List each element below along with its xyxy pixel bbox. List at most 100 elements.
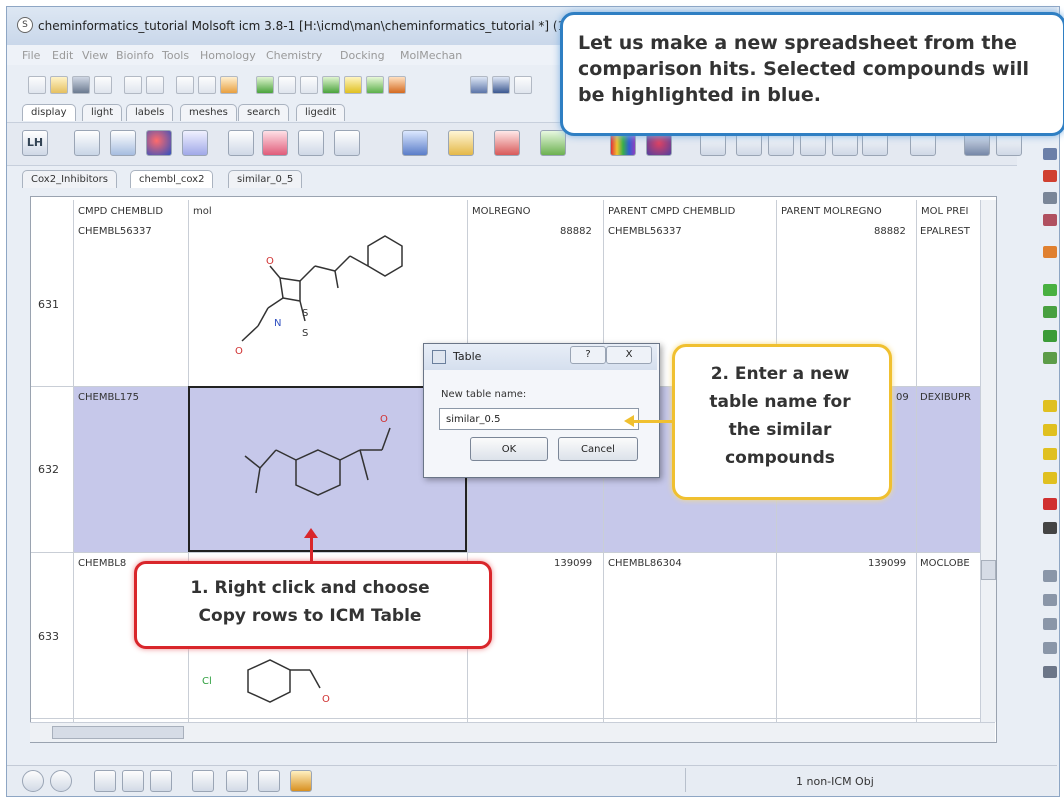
residue-label-icon[interactable] (494, 130, 520, 156)
menu-docking[interactable]: Docking (340, 49, 385, 62)
cell-molregno[interactable]: 139099 (554, 558, 592, 569)
new-table-name-input[interactable] (439, 408, 639, 430)
grid-display-icon[interactable] (334, 130, 360, 156)
window-icon[interactable] (122, 770, 144, 792)
green-gear-icon[interactable] (1043, 306, 1057, 318)
menu-edit[interactable]: Edit (52, 49, 73, 62)
menu-view[interactable]: View (82, 49, 108, 62)
r-group-icon[interactable] (300, 76, 318, 94)
stop-icon[interactable] (22, 770, 44, 792)
fbs-icon[interactable] (470, 76, 488, 94)
vertical-scroll-thumb[interactable] (981, 560, 996, 580)
wire-icon[interactable] (74, 130, 100, 156)
quote-icon[interactable] (176, 76, 194, 94)
cell-mol-pref[interactable]: EPALREST (920, 226, 970, 237)
record-icon[interactable] (50, 770, 72, 792)
help-button[interactable]: ? (570, 346, 606, 364)
s-icon[interactable] (492, 76, 510, 94)
ok-button[interactable]: OK (470, 437, 548, 461)
hand-icon[interactable] (1043, 666, 1057, 678)
surface-icon[interactable] (228, 130, 254, 156)
grid-orange-icon[interactable] (388, 76, 406, 94)
tab-labels[interactable]: labels (126, 104, 174, 121)
zoom-fit-icon[interactable] (1043, 148, 1057, 160)
undo-icon[interactable] (124, 76, 142, 94)
color-icon[interactable] (402, 130, 428, 156)
star-icon[interactable] (1043, 618, 1057, 630)
sort-icon[interactable] (1043, 594, 1057, 606)
vertical-scrollbar[interactable] (980, 200, 996, 722)
cell-parent-molregno[interactable]: 09 (896, 392, 909, 403)
menu-homology[interactable]: Homology (200, 49, 256, 62)
build-icon[interactable] (322, 76, 340, 94)
row-number[interactable]: 633 (38, 630, 59, 643)
cell-chemblid[interactable]: CHEMBL175 (78, 392, 139, 403)
cell-parent-chemblid[interactable]: CHEMBL86304 (608, 558, 682, 569)
redo-icon[interactable] (146, 76, 164, 94)
new-icon[interactable] (28, 76, 46, 94)
col-header-parent-chemblid[interactable]: PARENT CMPD CHEMBLID (608, 200, 735, 224)
menu-molmechanics[interactable]: MolMechan (400, 49, 462, 62)
tab-display[interactable]: display (22, 104, 76, 121)
cell-molregno[interactable]: 88882 (560, 226, 592, 237)
cell-chemblid[interactable]: CHEMBL8 (78, 558, 126, 569)
settings-icon[interactable] (94, 76, 112, 94)
cell-mol-pref[interactable]: DEXIBUPR (920, 392, 971, 403)
green-cube-icon[interactable] (1043, 330, 1057, 342)
align-middle-icon[interactable] (1043, 424, 1057, 436)
red-flag-icon[interactable] (1043, 498, 1057, 510)
cell-parent-chemblid[interactable]: CHEMBL56337 (608, 226, 682, 237)
cancel-button[interactable]: Cancel (558, 437, 638, 461)
menu-file[interactable]: File (22, 49, 40, 62)
cell-parent-molregno[interactable]: 139099 (868, 558, 906, 569)
tab-meshes[interactable]: meshes (180, 104, 237, 121)
open-folder-icon[interactable] (50, 76, 68, 94)
align-center-icon[interactable] (1043, 448, 1057, 460)
glasses-icon[interactable] (514, 76, 532, 94)
molecule-green-icon[interactable] (256, 76, 274, 94)
panel-icon[interactable] (150, 770, 172, 792)
tab-ligedit[interactable]: ligedit (296, 104, 346, 121)
close-button[interactable]: X (606, 346, 652, 364)
ribbon-icon[interactable] (262, 130, 288, 156)
col-header-molregno[interactable]: MOLREGNO (472, 200, 530, 224)
menu-chemistry[interactable]: Chemistry (266, 49, 322, 62)
stack-icon[interactable] (1043, 642, 1057, 654)
row-number[interactable]: 632 (38, 463, 59, 476)
search-molecule-icon[interactable] (198, 76, 216, 94)
cursor-icon[interactable] (1043, 570, 1057, 582)
zoom-icon[interactable] (1043, 192, 1057, 204)
col-header-mol[interactable]: mol (193, 200, 212, 224)
ball-icon[interactable] (146, 130, 172, 156)
cell-mol-pref[interactable]: MOCLOBE (920, 558, 970, 569)
align-top-icon[interactable] (1043, 400, 1057, 412)
save-icon[interactable] (72, 76, 90, 94)
stick-icon[interactable] (110, 130, 136, 156)
green-square-icon[interactable] (1043, 284, 1057, 296)
fragment-icon[interactable] (366, 76, 384, 94)
as-icon[interactable] (1043, 352, 1057, 364)
lock-icon[interactable] (1043, 522, 1057, 534)
layout-icon[interactable] (94, 770, 116, 792)
menu-bioinfo[interactable]: Bioinfo (116, 49, 154, 62)
sheet-tab-cox2-inhibitors[interactable]: Cox2_Inhibitors (22, 170, 117, 188)
skin-icon[interactable] (298, 130, 324, 156)
tab-search[interactable]: search (238, 104, 290, 121)
cell-parent-molregno[interactable]: 88882 (874, 226, 906, 237)
search-small-icon[interactable] (226, 770, 248, 792)
col-header-chemblid[interactable]: CMPD CHEMBLID (78, 200, 163, 224)
col-header-mol-pref[interactable]: MOL PREI (921, 200, 969, 224)
move-icon[interactable] (1043, 170, 1057, 182)
cell-chemblid[interactable]: CHEMBL56337 (78, 226, 152, 237)
horizontal-scroll-thumb[interactable] (52, 726, 184, 739)
sheet-tab-similar[interactable]: similar_0_5 (228, 170, 303, 188)
tag-small-icon[interactable] (290, 770, 312, 792)
glasses-small-icon[interactable] (258, 770, 280, 792)
tab-light[interactable]: light (82, 104, 123, 121)
bond-icon[interactable] (344, 76, 362, 94)
atom-label-icon[interactable] (448, 130, 474, 156)
cpk-icon[interactable] (182, 130, 208, 156)
gear-small-icon[interactable] (192, 770, 214, 792)
chain-icon[interactable] (278, 76, 296, 94)
color-by-icon[interactable] (1043, 246, 1057, 258)
